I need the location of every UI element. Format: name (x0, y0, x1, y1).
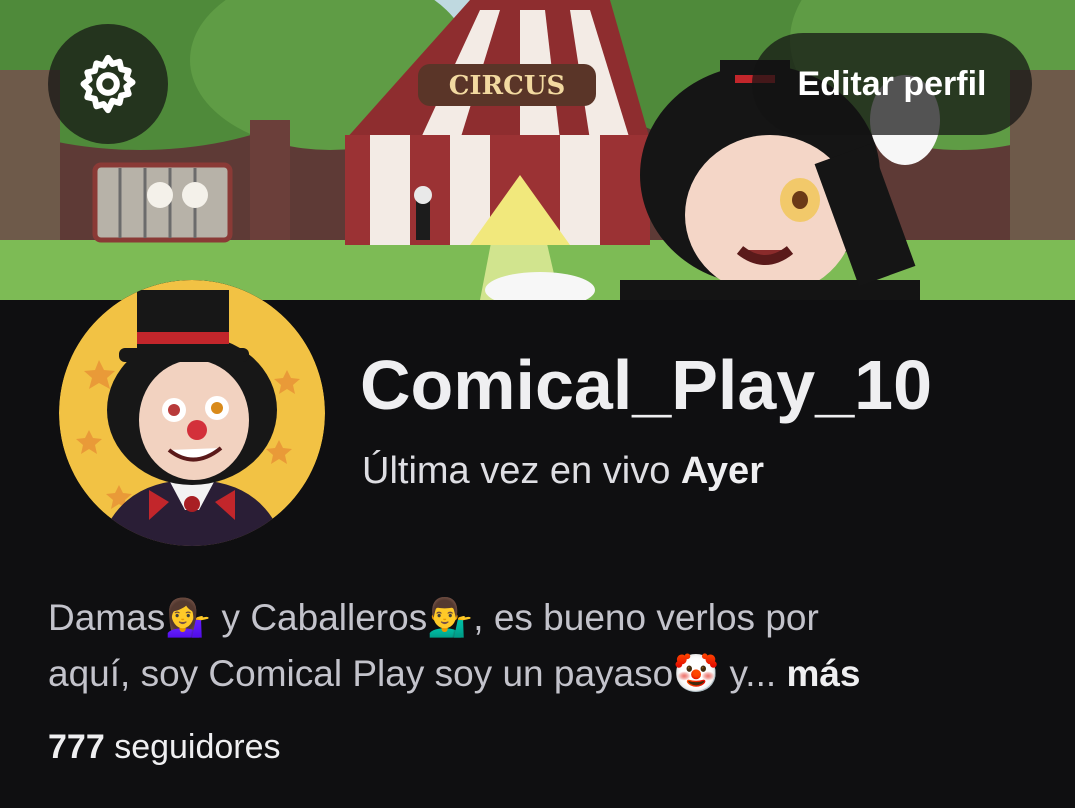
bio-line-2-text: aquí, soy Comical Play soy un payaso🤡 y.… (48, 653, 777, 694)
settings-button[interactable] (48, 24, 168, 144)
edit-profile-button[interactable]: Editar perfil (752, 33, 1032, 135)
bio-line-2: aquí, soy Comical Play soy un payaso🤡 y.… (48, 646, 1038, 702)
last-live-status: Última vez en vivo Ayer (362, 450, 764, 493)
bio-line-1: Damas💁‍♀️ y Caballeros💁‍♂️, es bueno ver… (48, 597, 819, 638)
avatar-image (59, 280, 325, 546)
last-live-value: Ayer (680, 450, 764, 492)
profile-username: Comical_Play_10 (360, 346, 933, 424)
followers-label: seguidores (114, 728, 281, 766)
banner-sign: CIRCUS (449, 71, 566, 101)
followers-number: 777 (48, 728, 105, 766)
last-live-prefix: Última vez en vivo (362, 450, 671, 492)
profile-bio: Damas💁‍♀️ y Caballeros💁‍♂️, es bueno ver… (48, 590, 1038, 702)
gear-icon (80, 54, 136, 114)
followers-count[interactable]: 777 seguidores (48, 728, 281, 767)
bio-more-link[interactable]: más (786, 653, 860, 694)
avatar[interactable] (59, 280, 325, 546)
